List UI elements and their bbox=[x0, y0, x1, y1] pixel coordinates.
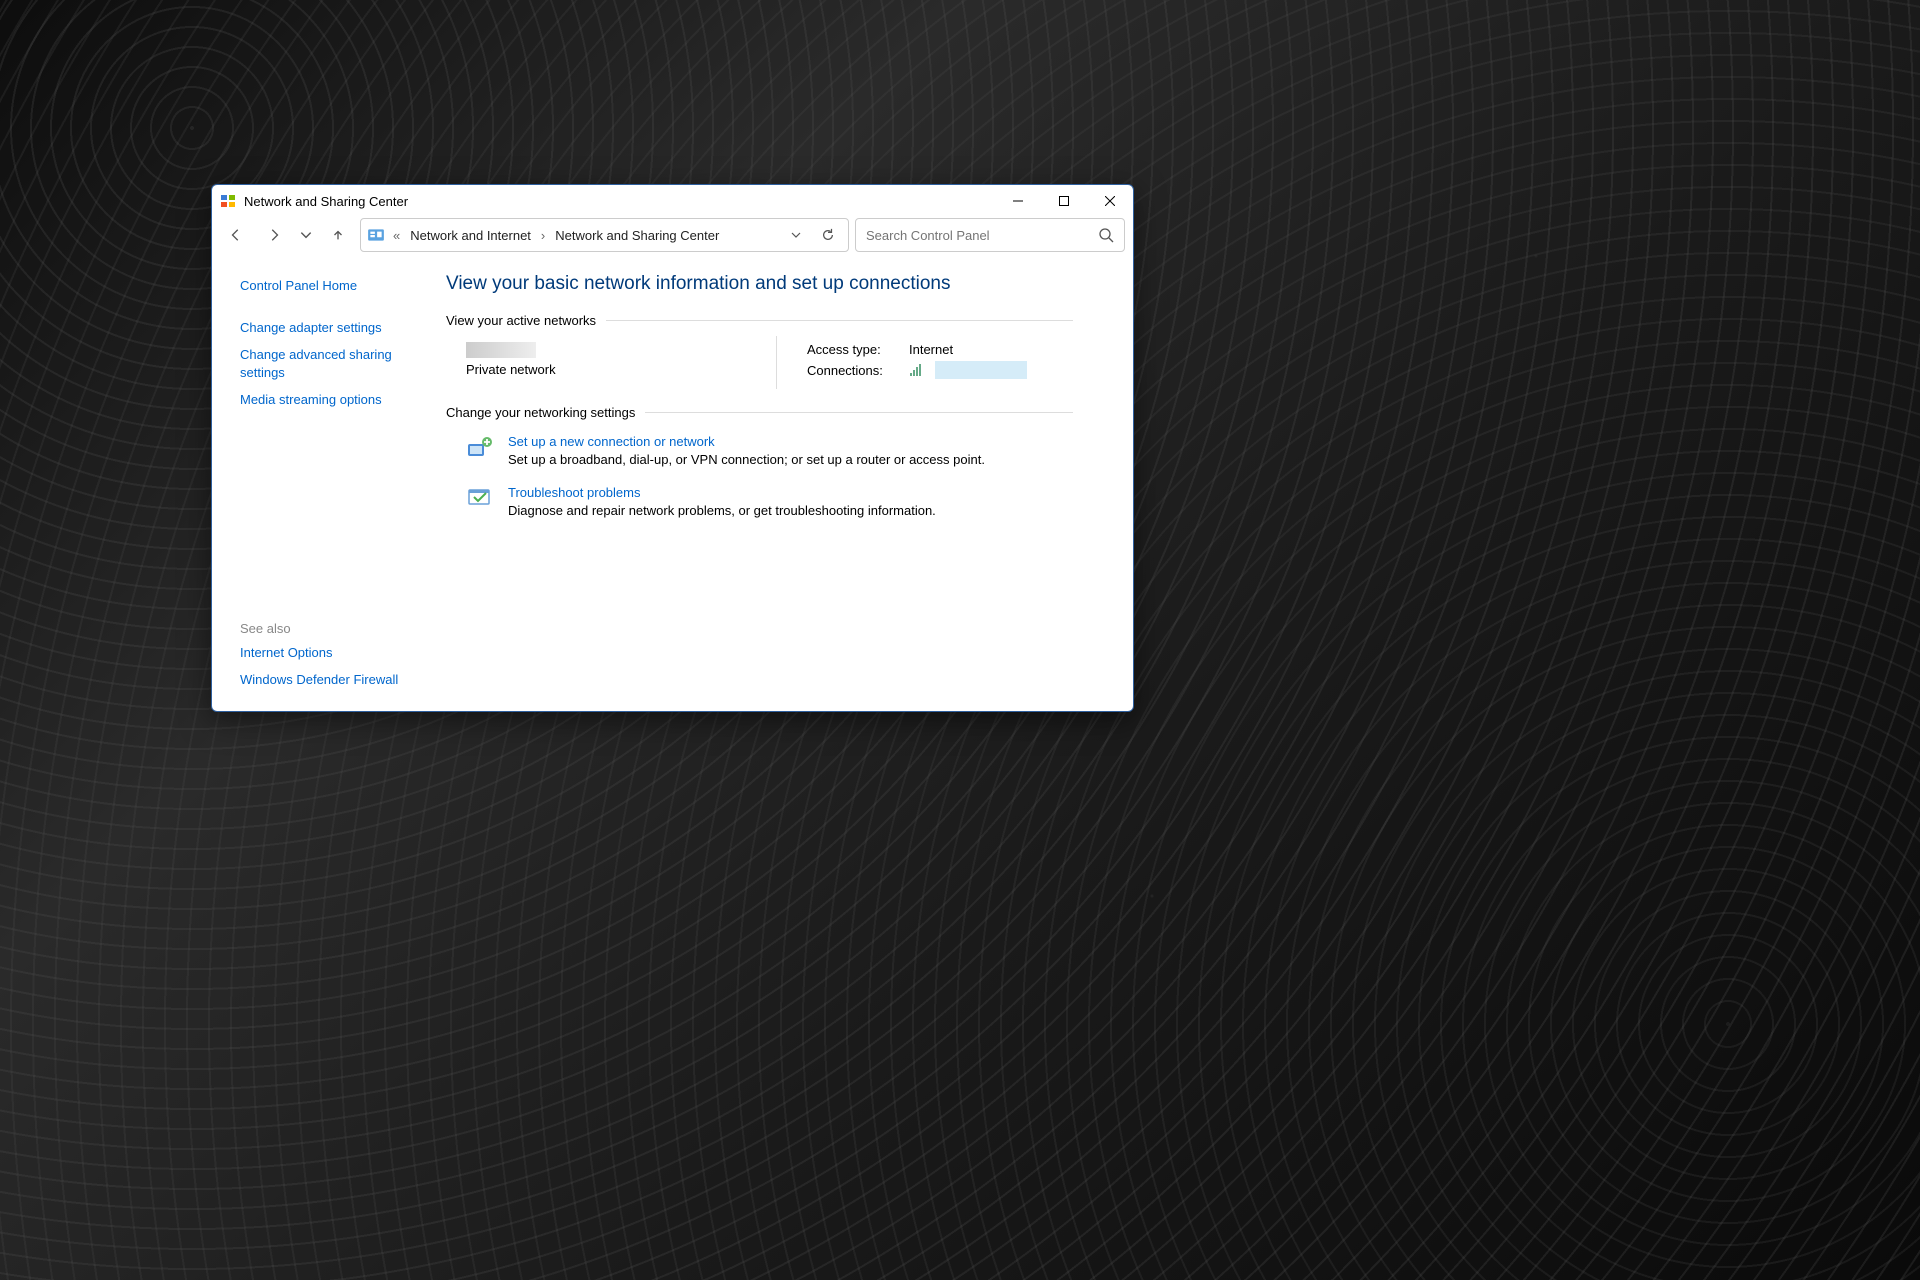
windows-defender-firewall-link[interactable]: Windows Defender Firewall bbox=[240, 671, 418, 689]
change-settings-label: Change your networking settings bbox=[446, 405, 635, 420]
address-dropdown-button[interactable] bbox=[782, 221, 810, 249]
vertical-divider bbox=[776, 336, 777, 389]
breadcrumb-network-internet[interactable]: Network and Internet bbox=[408, 226, 533, 245]
sidebar: Control Panel Home Change adapter settin… bbox=[212, 259, 432, 711]
window-title: Network and Sharing Center bbox=[244, 194, 995, 209]
troubleshoot-task: Troubleshoot problems Diagnose and repai… bbox=[466, 485, 1073, 518]
back-button[interactable] bbox=[220, 219, 252, 251]
search-box[interactable] bbox=[855, 218, 1125, 252]
page-heading: View your basic network information and … bbox=[446, 273, 1073, 295]
divider bbox=[606, 320, 1073, 321]
divider bbox=[645, 412, 1073, 413]
active-network-block: Private network Access type: Internet Co… bbox=[466, 342, 1073, 383]
troubleshoot-desc: Diagnose and repair network problems, or… bbox=[508, 503, 936, 518]
network-name-redacted bbox=[466, 342, 536, 358]
window-icon bbox=[220, 193, 236, 209]
troubleshoot-icon bbox=[466, 485, 494, 513]
troubleshoot-link[interactable]: Troubleshoot problems bbox=[508, 485, 936, 500]
toolbar: « Network and Internet › Network and Sha… bbox=[212, 217, 1133, 259]
titlebar[interactable]: Network and Sharing Center bbox=[212, 185, 1133, 217]
access-type-value: Internet bbox=[909, 342, 953, 357]
connection-link-redacted[interactable] bbox=[935, 361, 1027, 379]
main-panel: View your basic network information and … bbox=[432, 259, 1133, 711]
forward-button[interactable] bbox=[258, 219, 290, 251]
change-advanced-sharing-link[interactable]: Change advanced sharing settings bbox=[240, 346, 418, 381]
change-adapter-settings-link[interactable]: Change adapter settings bbox=[240, 319, 418, 337]
change-settings-group: Change your networking settings bbox=[446, 405, 1073, 420]
see-also-header: See also bbox=[240, 621, 418, 636]
access-type-label: Access type: bbox=[807, 342, 897, 357]
control-panel-icon bbox=[367, 226, 385, 244]
up-button[interactable] bbox=[322, 219, 354, 251]
internet-options-link[interactable]: Internet Options bbox=[240, 644, 418, 662]
setup-connection-link[interactable]: Set up a new connection or network bbox=[508, 434, 985, 449]
recent-dropdown-button[interactable] bbox=[296, 219, 316, 251]
window-controls bbox=[995, 185, 1133, 217]
search-input[interactable] bbox=[866, 228, 1098, 243]
active-networks-group: View your active networks bbox=[446, 313, 1073, 328]
chevron-right-icon: › bbox=[537, 228, 549, 243]
media-streaming-options-link[interactable]: Media streaming options bbox=[240, 391, 418, 409]
refresh-button[interactable] bbox=[814, 221, 842, 249]
wifi-signal-icon bbox=[909, 363, 923, 377]
connections-label: Connections: bbox=[807, 363, 897, 378]
setup-connection-task: Set up a new connection or network Set u… bbox=[466, 434, 1073, 467]
breadcrumb-ellipsis[interactable]: « bbox=[389, 228, 404, 243]
setup-connection-desc: Set up a broadband, dial-up, or VPN conn… bbox=[508, 452, 985, 467]
network-type: Private network bbox=[466, 362, 746, 377]
network-sharing-center-window: Network and Sharing Center « Network and… bbox=[211, 184, 1134, 712]
maximize-button[interactable] bbox=[1041, 185, 1087, 217]
address-bar[interactable]: « Network and Internet › Network and Sha… bbox=[360, 218, 849, 252]
search-icon[interactable] bbox=[1098, 227, 1114, 243]
setup-connection-icon bbox=[466, 434, 494, 462]
active-networks-label: View your active networks bbox=[446, 313, 596, 328]
breadcrumb-network-sharing[interactable]: Network and Sharing Center bbox=[553, 226, 721, 245]
control-panel-home-link[interactable]: Control Panel Home bbox=[240, 277, 418, 295]
minimize-button[interactable] bbox=[995, 185, 1041, 217]
close-button[interactable] bbox=[1087, 185, 1133, 217]
window-body: Control Panel Home Change adapter settin… bbox=[212, 259, 1133, 711]
